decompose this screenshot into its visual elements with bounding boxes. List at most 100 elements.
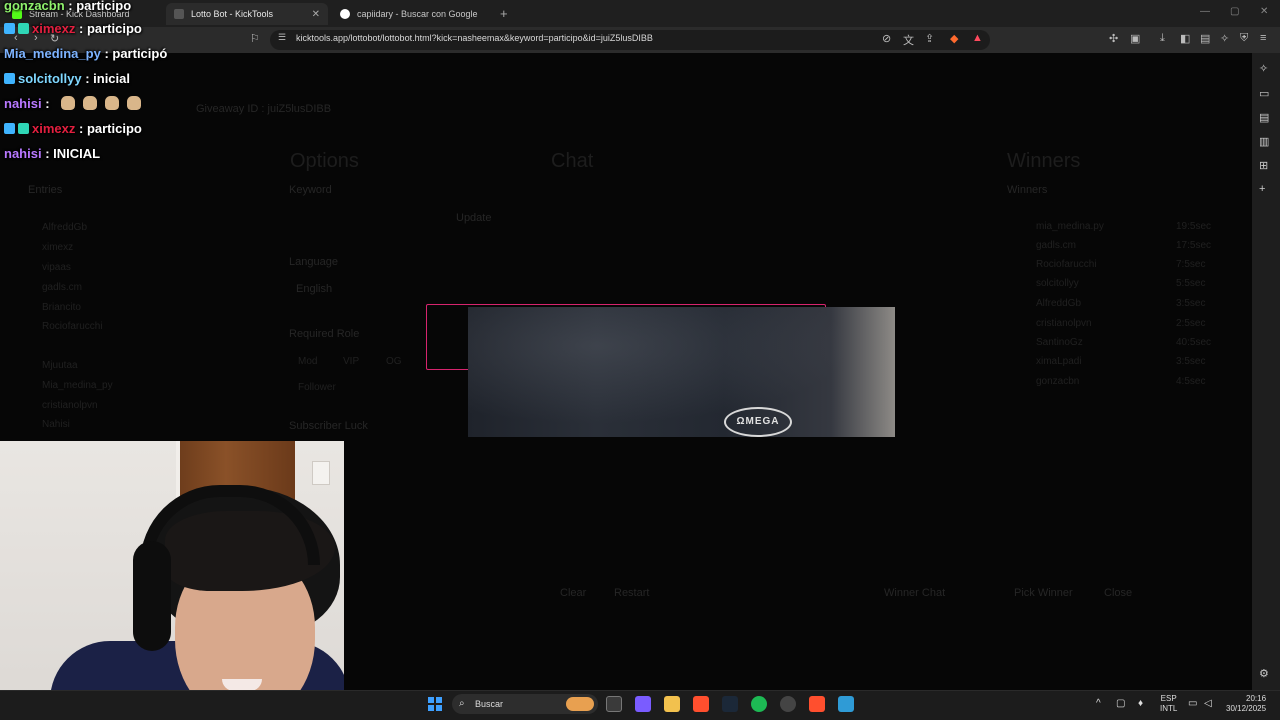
leo-ai-icon[interactable]: ✧ <box>1220 32 1229 45</box>
winner-name: cristianolpvn <box>1036 318 1092 329</box>
rewards-icon[interactable]: ▲ <box>972 32 983 44</box>
minimize-icon[interactable]: — <box>1200 6 1210 17</box>
new-tab-button[interactable]: + <box>500 6 508 21</box>
language-select[interactable]: English <box>296 283 332 295</box>
hand-emote-icon <box>83 96 98 110</box>
clear-chat-button[interactable]: Clear <box>560 587 586 599</box>
search-highlight-icon[interactable] <box>566 697 594 711</box>
window-close-icon[interactable]: ✕ <box>1260 6 1268 17</box>
chat-username: Mia_medina_py <box>4 46 101 61</box>
download-icon[interactable]: ⤓ <box>1160 32 1165 45</box>
maximize-icon[interactable]: ▢ <box>1230 6 1239 17</box>
brave-browser-icon[interactable] <box>693 696 709 712</box>
url-text[interactable]: kicktools.app/lottobot/lottobot.html?kic… <box>296 33 653 43</box>
keyboard-language[interactable]: ESP INTL <box>1160 694 1177 714</box>
winners-heading: Winners <box>1007 150 1081 172</box>
microphone-icon[interactable]: ♦ <box>1138 698 1143 709</box>
winners-list-label: Winners <box>1007 184 1048 196</box>
volume-icon[interactable]: ◁ <box>1204 698 1212 709</box>
steam-icon[interactable] <box>722 696 738 712</box>
media-icon[interactable]: ▭ <box>1259 87 1269 100</box>
page-favicon-icon <box>174 9 184 19</box>
winner-time: 7:5sec <box>1176 259 1206 270</box>
winner-chat-button[interactable]: Winner Chat <box>884 587 945 599</box>
badge-icon <box>18 23 29 34</box>
restart-button[interactable]: Restart <box>614 587 649 599</box>
chat-heading: Chat <box>551 150 594 172</box>
pick-winner-button[interactable]: Pick Winner <box>1014 587 1073 599</box>
update-button[interactable]: Update <box>456 212 491 224</box>
hand-emote-icon <box>61 96 76 110</box>
windows-start-icon[interactable] <box>428 697 442 711</box>
tab-label: Lotto Bot - KickTools <box>191 9 274 19</box>
gear-icon[interactable]: ⚙ <box>1259 667 1269 680</box>
role-vip[interactable]: VIP <box>343 356 359 367</box>
chat-message: nahisi : INICIAL <box>4 146 101 161</box>
close-icon[interactable]: ✕ <box>312 9 320 20</box>
giveaway-id: Giveaway ID : juiZ5lusDIBB <box>196 103 332 115</box>
shield-icon[interactable]: ◆ <box>950 32 958 45</box>
winner-name: Rociofarucchi <box>1036 259 1097 270</box>
video-highlight <box>468 307 895 437</box>
notepad-icon[interactable] <box>838 696 854 712</box>
task-view-icon[interactable] <box>606 696 622 712</box>
add-panel-icon[interactable]: + <box>1259 183 1265 195</box>
hand-emote-icon <box>127 96 142 110</box>
entry-item: Mia_medina_py <box>42 380 113 391</box>
bookmarks-sidebar-icon[interactable]: ▥ <box>1259 135 1269 148</box>
site-info-icon[interactable]: ☰ <box>278 32 286 43</box>
clock[interactable]: 20:16 30/12/2025 <box>1226 694 1266 714</box>
wallet-sidebar-icon[interactable]: ▤ <box>1259 111 1269 124</box>
leo-icon[interactable]: ✧ <box>1259 62 1268 75</box>
obs-icon[interactable] <box>780 696 796 712</box>
reading-list-icon[interactable]: ⊞ <box>1259 159 1268 172</box>
shirt-logo: ΩMEGA <box>724 407 792 437</box>
tab-lotto-bot[interactable]: Lotto Bot - KickTools ✕ <box>166 3 328 25</box>
chat-username: gonzacbn <box>4 0 65 13</box>
role-mod[interactable]: Mod <box>298 356 317 367</box>
wallet-icon[interactable]: ▤ <box>1200 32 1210 45</box>
badge-icon <box>18 123 29 134</box>
role-og[interactable]: OG <box>386 356 402 367</box>
chat-username: ximexz <box>32 121 76 136</box>
subscriber-luck-label: Subscriber Luck <box>289 420 368 432</box>
entry-item: gadls.cm <box>42 282 83 293</box>
winner-time: 3:5sec <box>1176 356 1206 367</box>
bookmark-icon[interactable]: ⚐ <box>250 32 260 45</box>
menu-icon[interactable]: ≡ <box>1260 32 1266 44</box>
vpn-icon[interactable]: ⛨ <box>1240 32 1248 45</box>
extensions-icon[interactable]: ✣ <box>1109 32 1118 45</box>
taskbar-search-placeholder: Buscar <box>475 699 504 709</box>
close-button[interactable]: Close <box>1104 587 1132 599</box>
role-follower[interactable]: Follower <box>298 382 336 393</box>
entry-item: Briancito <box>42 302 81 313</box>
spotify-icon[interactable] <box>751 696 767 712</box>
tab-google-search[interactable]: capiidary - Buscar con Google <box>332 3 494 25</box>
network-icon[interactable]: ▭ <box>1188 698 1197 709</box>
chat-username: nahisi <box>4 96 42 111</box>
winner-name: solcitollyy <box>1036 278 1079 289</box>
winner-time: 17:5sec <box>1176 240 1212 251</box>
entry-item: cristianolpvn <box>42 400 98 411</box>
sidebar-toggle-icon[interactable]: ◧ <box>1180 32 1190 45</box>
winner-time: 19:5sec <box>1176 221 1212 232</box>
device-icon[interactable]: ▢ <box>1116 698 1125 709</box>
light-switch <box>312 461 330 485</box>
camera-off-icon[interactable]: ⊘ <box>882 32 891 45</box>
language-label: Language <box>289 256 338 268</box>
browser-sidebar <box>1252 53 1280 690</box>
chat-message: gonzacbn : participo <box>4 0 132 13</box>
clock-date: 30/12/2025 <box>1226 704 1267 713</box>
google-favicon-icon <box>340 9 350 19</box>
winner-time: 5:5sec <box>1176 278 1206 289</box>
chevron-up-icon[interactable]: ^ <box>1096 698 1101 709</box>
translate-icon[interactable]: 文 <box>903 32 914 48</box>
chat-username: solcitollyy <box>18 71 82 86</box>
file-explorer-icon[interactable] <box>664 696 680 712</box>
chat-message: solcitollyy : inicial <box>4 71 130 86</box>
share-icon[interactable]: ⇪ <box>925 32 934 45</box>
brave-secondary-icon[interactable] <box>809 696 825 712</box>
screenshot-icon[interactable]: ▣ <box>1130 32 1140 45</box>
copilot-icon[interactable] <box>635 696 651 712</box>
keyword-label: Keyword <box>289 184 332 196</box>
